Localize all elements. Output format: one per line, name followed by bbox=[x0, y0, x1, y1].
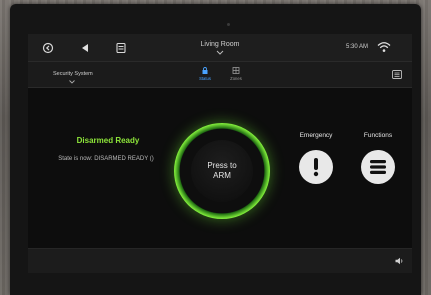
arm-button[interactable]: Press to ARM bbox=[191, 140, 253, 202]
menu-icon[interactable] bbox=[392, 70, 402, 79]
top-bar: Living Room 5:30 AM bbox=[28, 34, 412, 62]
lock-icon bbox=[202, 67, 208, 74]
wifi-icon bbox=[377, 42, 391, 52]
exclamation-icon bbox=[313, 158, 319, 177]
bottom-bar bbox=[28, 248, 412, 273]
status-title: Disarmed Ready bbox=[76, 136, 140, 145]
grid-icon bbox=[232, 67, 240, 74]
tab-label: Status bbox=[199, 76, 211, 81]
tab-label: Zones bbox=[230, 76, 242, 81]
touch-screen: Living Room 5:30 AM Security System Stat… bbox=[28, 34, 412, 273]
arm-button-line1: Press to bbox=[207, 161, 237, 170]
functions-label: Functions bbox=[363, 132, 393, 139]
clock: 5:30 AM bbox=[345, 44, 368, 50]
status-detail: State is now: DISARMED READY () bbox=[58, 156, 154, 162]
tab-zones[interactable]: Zones bbox=[223, 67, 249, 81]
arm-button-line2: ARM bbox=[213, 171, 231, 180]
chevron-down-icon[interactable] bbox=[216, 50, 224, 55]
volume-icon[interactable] bbox=[395, 257, 404, 265]
sub-bar: Security System Status Zones bbox=[28, 62, 412, 88]
emergency-button[interactable] bbox=[299, 150, 333, 184]
system-selector[interactable]: Security System bbox=[53, 71, 93, 77]
functions-button[interactable] bbox=[361, 150, 395, 184]
chevron-down-icon[interactable] bbox=[69, 80, 75, 84]
camera-dot bbox=[227, 23, 230, 26]
tab-status[interactable]: Status bbox=[192, 67, 218, 81]
list-icon bbox=[370, 160, 386, 174]
emergency-label: Emergency bbox=[299, 132, 333, 139]
